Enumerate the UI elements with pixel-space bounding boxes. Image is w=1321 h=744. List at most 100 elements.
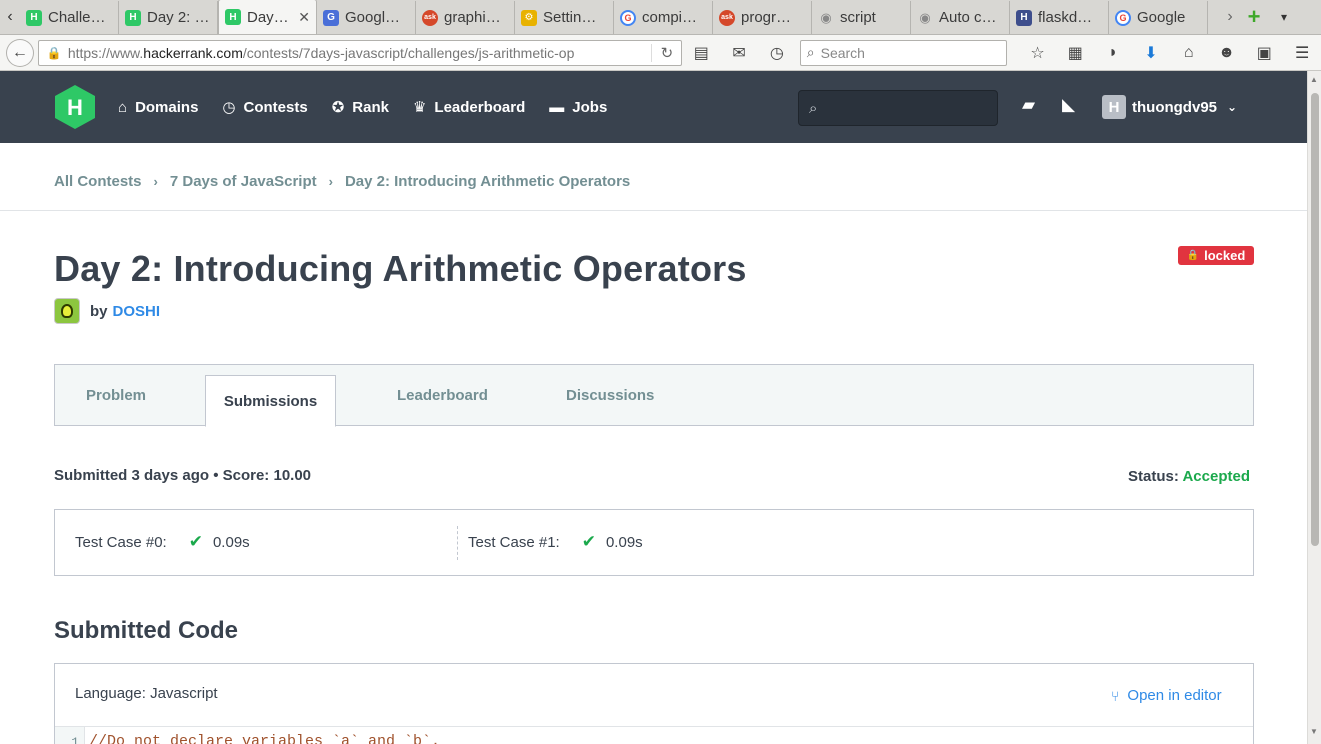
history-clock-icon[interactable]: ◷ xyxy=(758,39,796,67)
browser-tab[interactable]: Hflaskd… xyxy=(1010,1,1109,34)
browser-tab-label: progr… xyxy=(741,9,792,26)
browser-tab-label: flaskd… xyxy=(1038,9,1093,26)
pocket-icon[interactable]: ◗ xyxy=(1094,39,1132,67)
askubuntu-icon: ask xyxy=(422,9,438,26)
mail-icon[interactable]: ✉ xyxy=(720,39,758,67)
nav-rank[interactable]: ✪ Rank xyxy=(332,98,389,117)
browser-tab[interactable]: Gcompi… xyxy=(614,1,713,34)
search-placeholder: Search xyxy=(820,44,865,61)
browser-tab-label: Day 2: … xyxy=(147,9,210,26)
chevron-right-icon: › xyxy=(328,174,333,189)
browser-tab-label: Auto c… xyxy=(939,9,997,26)
by-label: by xyxy=(90,302,108,320)
open-in-editor-link[interactable]: ⑂ Open in editor xyxy=(1111,687,1222,704)
page-scrollbar[interactable]: ▲ ▼ xyxy=(1307,71,1321,744)
nav-contests[interactable]: ◷ Contests xyxy=(222,98,308,117)
askubuntu-icon: ask xyxy=(719,9,735,26)
hackerrank-logo-icon[interactable]: H xyxy=(54,84,96,130)
code-box: Language: Javascript ⑂ Open in editor 1 /… xyxy=(54,663,1254,744)
nav-label: Contests xyxy=(243,98,308,116)
reload-icon[interactable]: ↻ xyxy=(651,43,681,62)
hackerrank-icon: H xyxy=(125,9,141,26)
tab-submissions[interactable]: Submissions xyxy=(205,375,336,427)
browser-tab[interactable]: G Googl… xyxy=(317,1,416,34)
search-icon: ⌕ xyxy=(809,99,818,117)
scrollbar-thumb[interactable] xyxy=(1311,93,1319,546)
tab-scroll-left-icon[interactable]: ‹ xyxy=(0,0,20,34)
breadcrumb-contest[interactable]: 7 Days of JavaScript xyxy=(170,173,317,190)
browser-search-input[interactable]: ⌕ Search xyxy=(799,39,1007,66)
google-icon: G xyxy=(1115,9,1131,26)
browser-tab[interactable]: H Challe… xyxy=(20,1,119,34)
download-icon[interactable]: ⬇ xyxy=(1132,39,1170,67)
notifications-megaphone-icon[interactable]: ◣ xyxy=(1062,95,1075,115)
home-icon: ⌂ xyxy=(118,98,128,116)
tab-problem[interactable]: Problem xyxy=(86,365,146,426)
reader-view-icon[interactable]: ▤ xyxy=(682,39,720,67)
author-link[interactable]: DOSHI xyxy=(113,303,161,320)
browser-tab[interactable]: ◉ Auto c… xyxy=(911,1,1010,34)
chat-icon[interactable]: ☻ xyxy=(1208,39,1246,67)
browser-tab-active[interactable]: H Day… ✕ xyxy=(218,0,317,34)
main-nav: ⌂ Domains ◷ Contests ✪ Rank ♛ Leaderboard ▬ J… xyxy=(118,71,631,143)
lock-icon: 🔒 xyxy=(1186,250,1200,261)
home-icon[interactable]: ⌂ xyxy=(1170,39,1208,67)
messages-icon[interactable]: ▰ xyxy=(1022,95,1035,115)
site-search-input[interactable]: ⌕ xyxy=(798,90,998,126)
avatar: H xyxy=(1102,95,1126,119)
tab-leaderboard[interactable]: Leaderboard xyxy=(397,365,488,426)
browser-tab[interactable]: ask progr… xyxy=(713,1,812,34)
browser-tabstrip: ‹ H Challe… H Day 2: … H Day… ✕ G Googl… ask g… xyxy=(0,0,1321,35)
menu-hamburger-icon[interactable]: ☰ xyxy=(1283,39,1321,67)
google-docs-icon: G xyxy=(323,9,339,26)
scroll-up-icon[interactable]: ▲ xyxy=(1310,75,1318,84)
new-tab-icon[interactable]: + xyxy=(1242,0,1266,34)
github-icon: ◉ xyxy=(919,9,931,25)
nav-leaderboard[interactable]: ♛ Leaderboard xyxy=(412,98,526,117)
divider xyxy=(0,210,1307,211)
chevron-down-icon: ⌄ xyxy=(1227,100,1238,114)
checkmark-icon: ✔ xyxy=(188,532,203,551)
submission-summary: Submitted 3 days ago • Score: 10.00 xyxy=(54,467,312,484)
breadcrumb-all-contests[interactable]: All Contests xyxy=(54,173,142,190)
hackerrank-icon: H xyxy=(225,9,241,25)
breadcrumb-challenge[interactable]: Day 2: Introducing Arithmetic Operators xyxy=(345,173,630,190)
nav-domains[interactable]: ⌂ Domains xyxy=(118,99,198,116)
user-menu[interactable]: H thuongdv95 ⌄ xyxy=(1102,95,1237,119)
nav-label: Rank xyxy=(352,98,389,116)
open-in-editor-label: Open in editor xyxy=(1127,687,1222,704)
extensions-grid-icon[interactable]: ▣ xyxy=(1245,39,1283,67)
close-tab-icon[interactable]: ✕ xyxy=(298,9,310,26)
browser-tab-label: Day… xyxy=(247,8,289,26)
briefcase-icon: ▬ xyxy=(549,98,565,116)
browser-tab[interactable]: ask graphi… xyxy=(416,1,515,34)
username: thuongdv95 xyxy=(1132,98,1217,116)
bookmarks-list-icon[interactable]: ▦ xyxy=(1056,39,1094,67)
settings-icon: ⚙ xyxy=(521,9,537,26)
back-arrow-icon[interactable]: ← xyxy=(6,38,34,67)
test-cases-box: Test Case #0: ✔ 0.09s Test Case #1: ✔ 0.… xyxy=(54,509,1254,576)
locked-label: locked xyxy=(1204,248,1246,263)
status-label: Status: xyxy=(1128,468,1179,485)
browser-tab[interactable]: ⚙ Settin… xyxy=(515,1,614,34)
author-avatar xyxy=(54,298,80,324)
browser-tab[interactable]: G Google xyxy=(1109,1,1208,34)
clock-icon: ◷ xyxy=(222,99,236,116)
trophy-icon: ♛ xyxy=(412,99,427,116)
locked-badge: 🔒 locked xyxy=(1178,246,1254,265)
nav-label: Domains xyxy=(135,98,199,116)
browser-tab[interactable]: ◉ script xyxy=(812,1,911,34)
tab-list-icon[interactable]: ▾ xyxy=(1272,0,1296,34)
bookmark-star-icon[interactable]: ☆ xyxy=(1019,39,1057,67)
url-bar[interactable]: 🔒 https://www.hackerrank.com/contests/7d… xyxy=(37,39,683,66)
test-case: Test Case #0: ✔ 0.09s xyxy=(75,532,250,552)
browser-tab-label: Challe… xyxy=(48,9,106,26)
nav-jobs[interactable]: ▬ Jobs xyxy=(549,99,607,116)
browser-tab[interactable]: H Day 2: … xyxy=(119,1,218,34)
tab-scroll-right-icon[interactable]: › xyxy=(1218,0,1242,34)
svg-text:H: H xyxy=(67,95,83,120)
url-domain: hackerrank.com xyxy=(143,44,243,61)
scroll-down-icon[interactable]: ▼ xyxy=(1310,727,1318,736)
tab-discussions[interactable]: Discussions xyxy=(566,365,654,426)
nav-label: Leaderboard xyxy=(434,98,526,116)
